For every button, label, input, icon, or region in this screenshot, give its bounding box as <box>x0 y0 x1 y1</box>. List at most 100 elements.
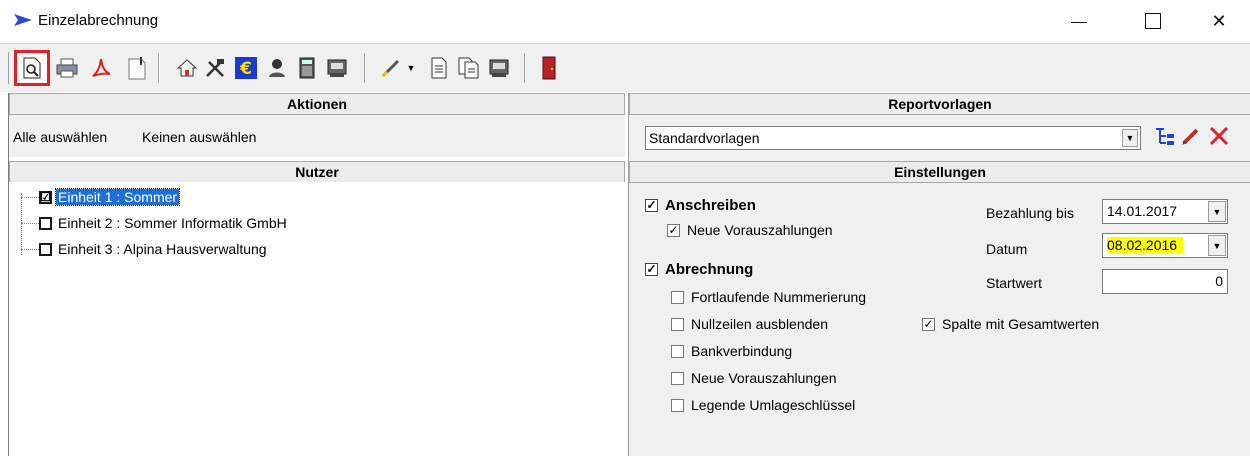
datum-value: 08.02.2016 <box>1107 237 1184 253</box>
chevron-down-icon[interactable]: ▼ <box>1208 201 1226 222</box>
toolbar-separator <box>524 53 526 83</box>
unit-3-label: Einheit 3 : Alpina Hausverwaltung <box>58 241 267 257</box>
actions-header: Aktionen <box>9 93 625 115</box>
legende-label: Legende Umlageschlüssel <box>691 397 856 413</box>
bezahlung-bis-label: Bezahlung bis <box>986 205 1074 221</box>
pdf-export-button[interactable] <box>86 53 116 83</box>
unit-3-checkbox[interactable] <box>39 242 52 256</box>
close-button[interactable]: ✕ <box>1196 0 1242 42</box>
legende-checkbox[interactable] <box>671 398 684 412</box>
tree-connector <box>21 248 39 250</box>
minimize-icon <box>1071 21 1087 23</box>
unit-1-label: Einheit 1 : Sommer <box>54 188 181 206</box>
option-abrechnung[interactable]: ✓ Abrechnung <box>645 261 753 278</box>
calculator-icon <box>299 57 315 79</box>
anschreiben-checkbox[interactable]: ✓ <box>645 199 658 212</box>
template-select[interactable]: Standardvorlagen ▼ <box>645 126 1141 150</box>
maximize-button[interactable] <box>1130 0 1176 42</box>
home-icon <box>177 59 197 77</box>
delete-x-icon <box>1209 126 1229 146</box>
print-button[interactable] <box>52 53 82 83</box>
abrechnung-checkbox[interactable]: ✓ <box>645 263 658 276</box>
neue-vorauszahlungen-1-checkbox[interactable]: ✓ <box>667 223 680 237</box>
option-neue-vorauszahlungen-2[interactable]: Neue Vorauszahlungen <box>671 370 837 386</box>
option-fortlaufende-nummerierung[interactable]: Fortlaufende Nummerierung <box>671 289 866 305</box>
unit-2-label: Einheit 2 : Sommer Informatik GmbH <box>58 215 287 231</box>
register-icon <box>327 59 347 77</box>
nullzeilen-checkbox[interactable] <box>671 317 684 331</box>
print-preview-icon <box>23 57 41 79</box>
users-header: Nutzer <box>9 161 625 183</box>
register2-button[interactable] <box>484 53 514 83</box>
unit-2-checkbox[interactable] <box>39 216 52 230</box>
edit-pencil-icon <box>1182 128 1199 145</box>
unit-1-checkbox[interactable]: ☑ <box>39 190 52 204</box>
window-title: Einzelabrechnung <box>38 12 159 29</box>
bankverbindung-checkbox[interactable] <box>671 344 684 358</box>
left-panel: Aktionen Alle auswählen Keinen auswählen… <box>8 93 625 456</box>
option-spalte-mit-gesamtwerten[interactable]: ✓ Spalte mit Gesamtwerten <box>922 316 1099 332</box>
euro-icon: € <box>235 57 257 79</box>
page-button[interactable] <box>122 53 152 83</box>
option-neue-vorauszahlungen-1[interactable]: ✓ Neue Vorauszahlungen <box>667 222 833 238</box>
tree-item-unit-1[interactable]: ☑ Einheit 1 : Sommer <box>21 187 181 207</box>
startwert-value: 0 <box>1215 273 1223 289</box>
toolbar-separator <box>364 53 366 83</box>
template-select-value: Standardvorlagen <box>649 130 760 146</box>
chevron-down-icon[interactable]: ▼ <box>1208 235 1226 256</box>
spalte-gesamt-checkbox[interactable]: ✓ <box>922 317 935 331</box>
neue-vorauszahlungen-1-label: Neue Vorauszahlungen <box>687 222 833 238</box>
option-nullzeilen-ausblenden[interactable]: Nullzeilen ausblenden <box>671 316 828 332</box>
datum-field[interactable]: 08.02.2016 ▼ <box>1102 233 1228 258</box>
edit-template-button[interactable] <box>1179 123 1203 149</box>
abrechnung-label: Abrechnung <box>665 261 754 278</box>
register-button[interactable] <box>322 53 352 83</box>
minimize-button[interactable] <box>1056 0 1102 42</box>
delete-template-button[interactable] <box>1207 123 1231 149</box>
toolbar-separator <box>158 53 160 83</box>
calculator-button[interactable] <box>292 53 322 83</box>
exit-door-icon <box>542 56 556 80</box>
startwert-field[interactable]: 0 <box>1102 269 1228 294</box>
select-none-link[interactable]: Keinen auswählen <box>142 129 256 145</box>
maximize-icon <box>1145 13 1161 29</box>
right-panel: Reportvorlagen Standardvorlagen ▼ Einste… <box>628 93 1250 456</box>
neue-vorauszahlungen-2-checkbox[interactable] <box>671 371 684 385</box>
bezahlung-bis-field[interactable]: 14.01.2017 ▼ <box>1102 199 1228 224</box>
tree-structure-icon <box>1156 128 1174 145</box>
copy-documents-icon <box>458 57 479 79</box>
option-anschreiben[interactable]: ✓ Anschreiben <box>645 197 756 214</box>
svg-text:€: € <box>239 59 252 79</box>
document-button[interactable] <box>424 53 454 83</box>
tools-button[interactable] <box>200 53 230 83</box>
home-button[interactable] <box>172 53 202 83</box>
print-preview-button[interactable] <box>14 50 50 86</box>
person-button[interactable] <box>262 53 292 83</box>
tree-item-unit-2[interactable]: Einheit 2 : Sommer Informatik GmbH <box>21 213 289 233</box>
chevron-down-icon[interactable]: ▼ <box>1122 129 1138 147</box>
pen-dropdown-button[interactable]: ▼ <box>402 53 420 83</box>
template-tree-button[interactable] <box>1153 123 1177 149</box>
app-logo-icon <box>14 12 32 28</box>
fortlaufende-checkbox[interactable] <box>671 290 684 304</box>
pen-icon <box>381 59 400 78</box>
option-legende-umlageschluessel[interactable]: Legende Umlageschlüssel <box>671 397 855 413</box>
copy-documents-button[interactable] <box>454 53 484 83</box>
startwert-label: Startwert <box>986 275 1043 291</box>
tools-icon <box>206 59 224 77</box>
anschreiben-label: Anschreiben <box>665 197 756 214</box>
toolbar-grip <box>8 52 12 84</box>
nullzeilen-label: Nullzeilen ausblenden <box>691 316 828 332</box>
printer-icon <box>56 58 78 78</box>
euro-button[interactable]: € <box>231 53 261 83</box>
tree-item-unit-3[interactable]: Einheit 3 : Alpina Hausverwaltung <box>21 239 269 259</box>
close-icon: ✕ <box>1211 10 1227 31</box>
option-bankverbindung[interactable]: Bankverbindung <box>671 343 792 359</box>
exit-button[interactable] <box>534 53 564 83</box>
register2-icon <box>489 59 509 77</box>
document-icon <box>431 57 447 79</box>
bezahlung-bis-value: 14.01.2017 <box>1107 203 1178 219</box>
select-all-link[interactable]: Alle auswählen <box>13 129 107 145</box>
bankverbindung-label: Bankverbindung <box>691 343 793 359</box>
templates-header: Reportvorlagen <box>629 93 1250 115</box>
